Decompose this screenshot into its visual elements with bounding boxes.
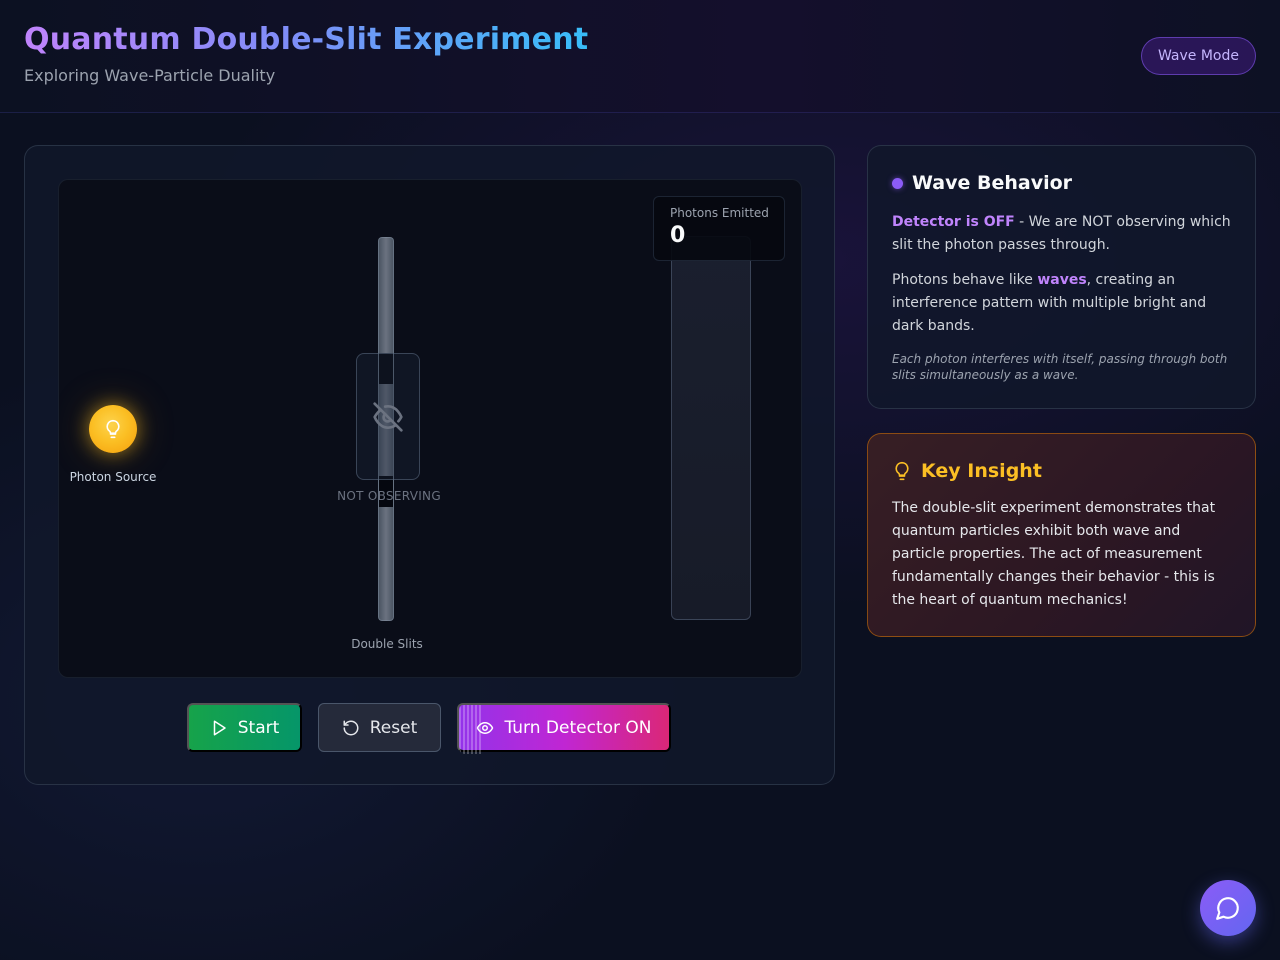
behavior-title: Wave Behavior — [912, 172, 1073, 194]
start-button-label: Start — [237, 717, 280, 738]
control-bar: Start Reset Turn Detector ON — [25, 703, 836, 754]
mode-badge: Wave Mode — [1140, 37, 1256, 75]
page-subtitle: Exploring Wave-Particle Duality — [24, 66, 276, 85]
simulation-panel: Photon Source NOT OBSERVING Double Slits… — [24, 145, 835, 785]
insight-title-row: Key Insight — [892, 460, 1231, 482]
photon-counter-label: Photons Emitted — [670, 206, 769, 220]
photon-counter: Photons Emitted 0 — [653, 196, 785, 261]
start-button[interactable]: Start — [187, 703, 302, 752]
behavior-paragraph: Photons behave like waves, creating an i… — [892, 269, 1231, 338]
eye-off-icon — [373, 401, 403, 432]
behavior-info-card: Wave Behavior Detector is OFF - We are N… — [867, 145, 1256, 409]
rotate-ccw-icon — [343, 720, 359, 735]
chat-button[interactable] — [1200, 880, 1256, 936]
observer-status-label: NOT OBSERVING — [337, 489, 441, 503]
photon-source-label: Photon Source — [69, 470, 157, 484]
detector-status: Detector is OFF — [892, 214, 1015, 230]
message-circle-icon — [1216, 897, 1239, 920]
eye-icon — [477, 721, 494, 734]
behavior-note: Each photon interferes with itself, pass… — [892, 352, 1228, 382]
photon-counter-value: 0 — [670, 223, 686, 248]
status-dot — [892, 177, 903, 189]
detection-screen — [671, 236, 751, 620]
lightbulb-icon — [895, 461, 909, 481]
play-icon — [213, 720, 226, 735]
insight-title: Key Insight — [921, 460, 1042, 482]
behavior-title-row: Wave Behavior — [892, 172, 1231, 194]
toggle-detector-button[interactable]: Turn Detector ON — [457, 703, 671, 754]
experiment-stage: Photon Source NOT OBSERVING Double Slits… — [58, 179, 802, 678]
page-title: Quantum Double-Slit Experiment — [24, 22, 589, 57]
lightbulb-icon — [106, 419, 120, 439]
which-path-detector — [356, 353, 420, 480]
insight-text: The double-slit experiment demonstrates … — [892, 500, 1216, 608]
app-header: Quantum Double-Slit Experiment Exploring… — [0, 0, 1280, 113]
behavior-text-pre: Photons behave like — [892, 272, 1038, 288]
reset-button-label: Reset — [369, 717, 418, 738]
detector-status-paragraph: Detector is OFF - We are NOT observing w… — [892, 211, 1231, 257]
reset-button[interactable]: Reset — [318, 703, 441, 752]
toggle-detector-label: Turn Detector ON — [504, 717, 652, 738]
behavior-highlight: waves — [1037, 272, 1087, 288]
key-insight-card: Key Insight The double-slit experiment d… — [867, 433, 1256, 637]
double-slits-label: Double Slits — [351, 637, 423, 651]
photon-source[interactable] — [89, 405, 137, 453]
